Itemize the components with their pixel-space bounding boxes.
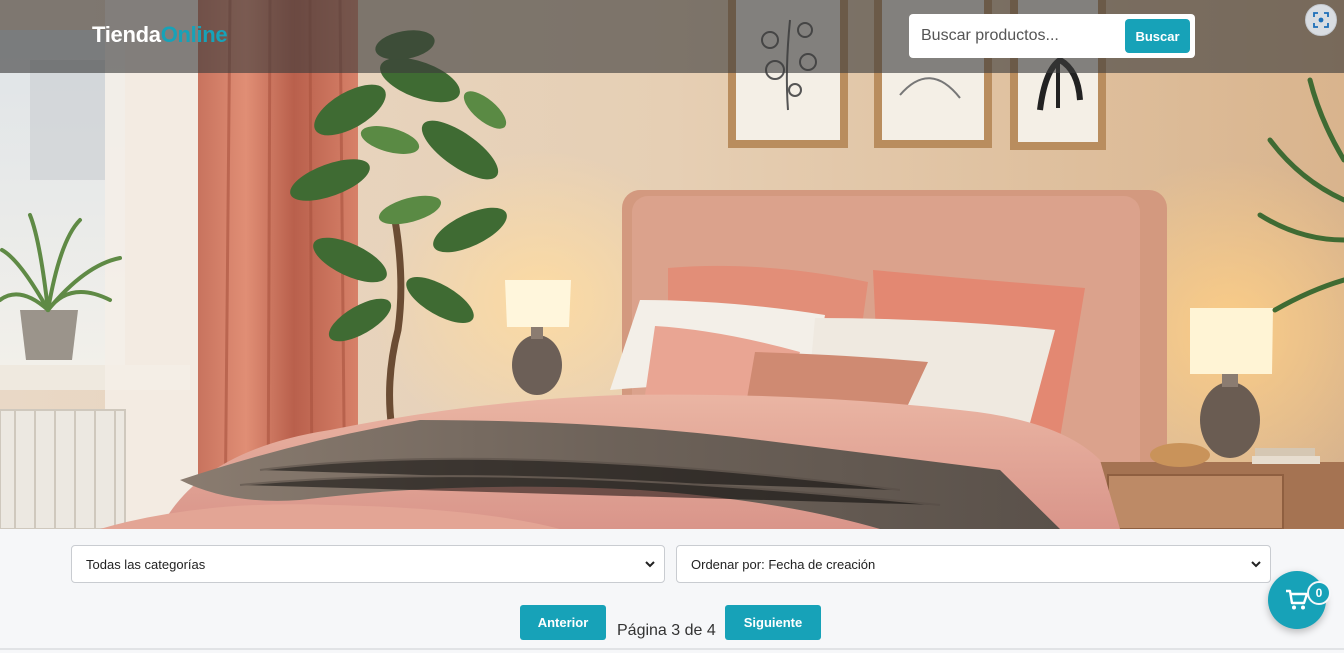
previous-page-button[interactable]: Anterior <box>520 605 606 640</box>
next-page-button[interactable]: Siguiente <box>725 605 821 640</box>
cart-count-badge: 0 <box>1307 581 1331 605</box>
brand-logo[interactable]: TiendaOnline <box>92 22 228 48</box>
chevron-down-icon <box>1251 561 1261 568</box>
divider <box>0 648 1344 650</box>
top-nav-bar: TiendaOnline Buscar <box>0 0 1344 73</box>
search-input[interactable] <box>909 14 1121 58</box>
chevron-down-icon <box>645 561 655 568</box>
search-box: Buscar <box>909 14 1195 58</box>
brand-logo-part1: Tienda <box>92 22 161 47</box>
hero-banner <box>0 0 1344 529</box>
hero-bedroom-image <box>0 0 1344 529</box>
page-indicator: Página 3 de 4 <box>617 622 716 639</box>
screen-capture-icon <box>1313 12 1329 28</box>
category-select-value: Todas las categorías <box>86 556 206 572</box>
store-page: TiendaOnline Buscar Todas las categorías… <box>0 0 1344 653</box>
screen-capture-button[interactable] <box>1305 4 1337 36</box>
sort-select[interactable]: Ordenar por: Fecha de creación <box>676 545 1271 583</box>
cart-icon <box>1286 589 1309 610</box>
category-select[interactable]: Todas las categorías <box>71 545 665 583</box>
brand-logo-part2: Online <box>160 22 228 47</box>
filters-section: Todas las categorías Ordenar por: Fecha … <box>0 529 1344 653</box>
search-button[interactable]: Buscar <box>1125 19 1190 53</box>
sort-select-value: Ordenar por: Fecha de creación <box>691 556 876 572</box>
